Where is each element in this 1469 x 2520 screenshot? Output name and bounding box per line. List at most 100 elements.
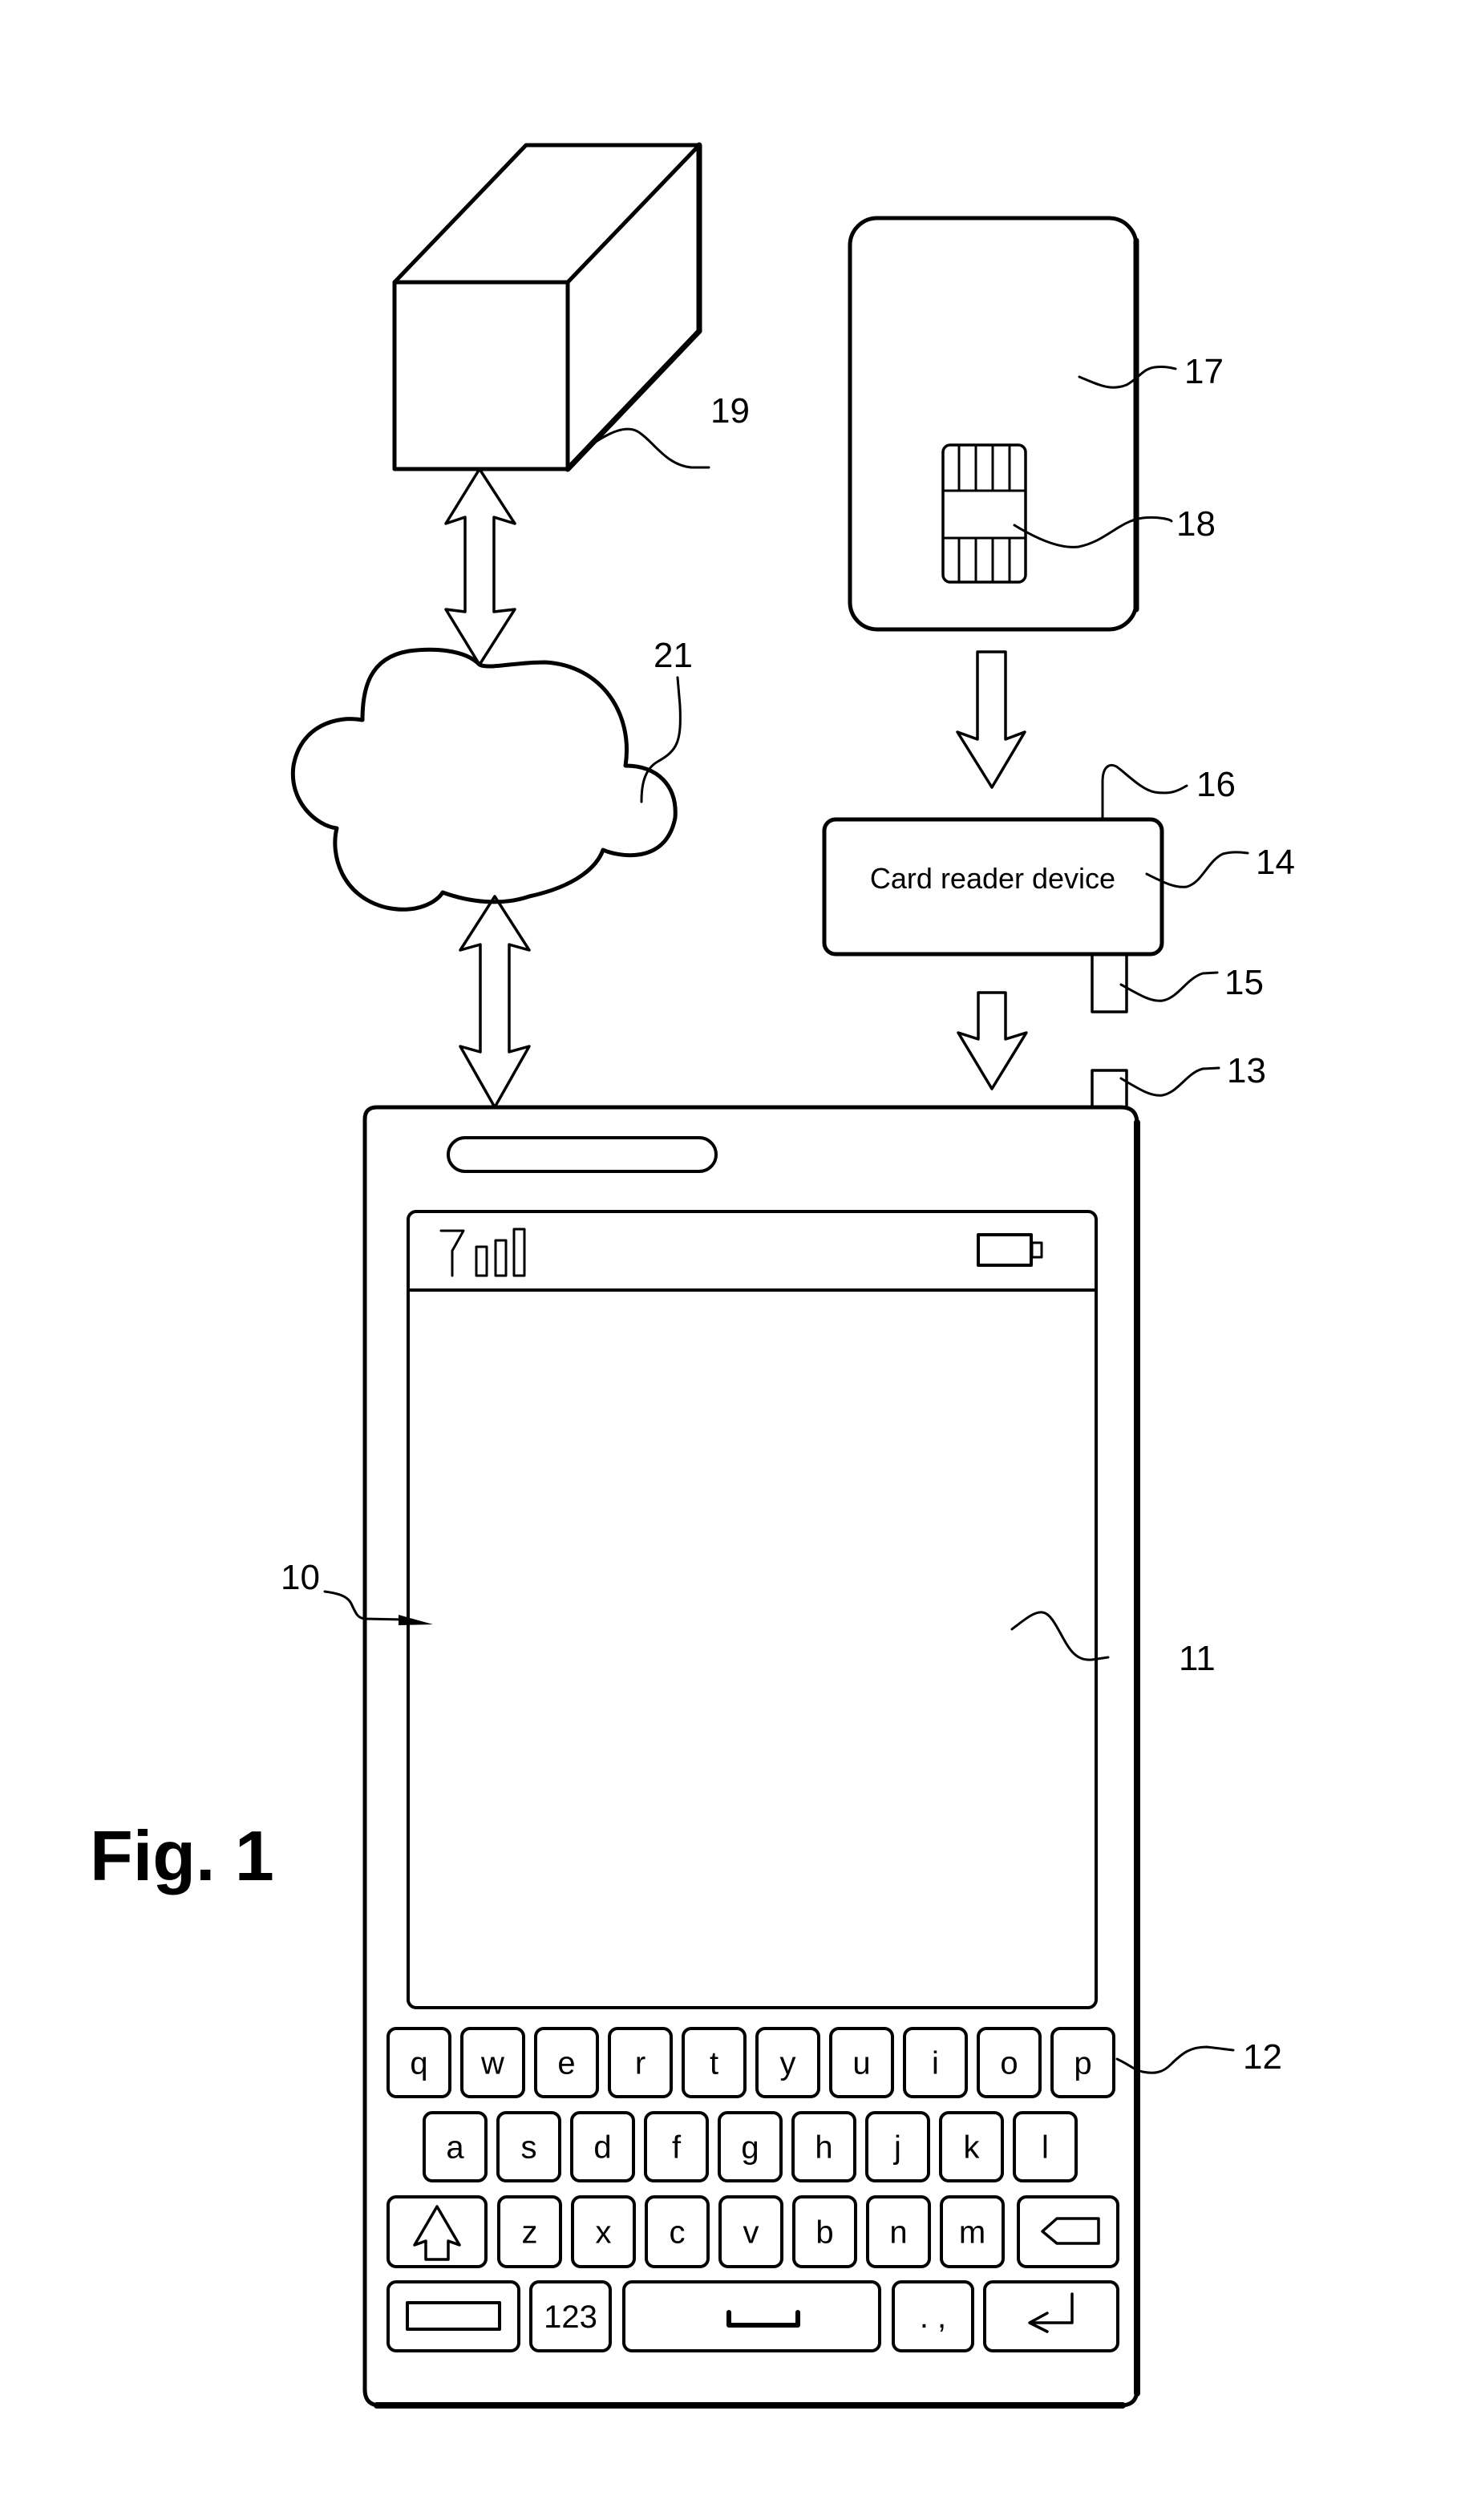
key-e[interactable]: e <box>534 2027 599 2098</box>
arrow-card-to-reader <box>956 650 1026 789</box>
key-label: o <box>1000 2046 1018 2081</box>
key-g[interactable]: g <box>718 2111 783 2182</box>
space-key[interactable] <box>622 2280 881 2352</box>
ref-label-10: 10 <box>281 1558 320 1597</box>
phone-port <box>1091 1069 1128 1109</box>
emoji-key[interactable] <box>386 2280 520 2352</box>
battery-icon <box>977 1233 1043 1267</box>
key-l[interactable]: l <box>1013 2111 1078 2182</box>
reader-connector <box>1091 953 1128 1013</box>
key-label: x <box>596 2215 612 2251</box>
key-label: c <box>670 2215 686 2251</box>
speaker-slot <box>447 1136 718 1173</box>
key-i[interactable]: i <box>903 2027 968 2098</box>
key-x[interactable]: x <box>571 2195 636 2268</box>
phone-body <box>362 1105 1139 2408</box>
key-b[interactable]: b <box>792 2195 857 2268</box>
key-outline <box>983 2280 1119 2352</box>
key-h[interactable]: h <box>791 2111 856 2182</box>
key-outline <box>622 2280 881 2352</box>
cube-top-face <box>392 143 702 285</box>
key-outline <box>1017 2195 1119 2268</box>
key-label: z <box>522 2215 538 2251</box>
key-label: b <box>815 2215 833 2251</box>
key-w[interactable]: w <box>460 2027 525 2098</box>
key-label: j <box>893 2130 901 2166</box>
on-screen-keyboard: q w e r t y u i o p a s d f g h j k l z x c v b n m 123 . , <box>386 2027 1119 2352</box>
key-label: k <box>964 2130 981 2166</box>
punctuation-key[interactable]: . , <box>892 2280 974 2352</box>
key-label: i <box>932 2046 939 2081</box>
key-v[interactable]: v <box>718 2195 783 2268</box>
key-c[interactable]: c <box>645 2195 710 2268</box>
network-cloud <box>290 647 678 912</box>
key-q[interactable]: q <box>386 2027 451 2098</box>
enter-key[interactable] <box>983 2280 1119 2352</box>
key-y[interactable]: y <box>755 2027 820 2098</box>
key-t[interactable]: t <box>682 2027 747 2098</box>
antenna-16 <box>1101 763 1188 821</box>
double-arrow-server-cloud <box>444 467 516 666</box>
backspace-key[interactable] <box>1017 2195 1119 2268</box>
signal-bar-3 <box>512 1228 526 1277</box>
key-label: v <box>743 2215 759 2251</box>
ref-label-12: 12 <box>1243 2037 1282 2077</box>
shift-arrow-icon <box>413 2205 461 2261</box>
key-r[interactable]: r <box>608 2027 673 2098</box>
key-j[interactable]: j <box>865 2111 930 2182</box>
cube-side-face <box>565 142 702 472</box>
server-cube <box>392 142 702 472</box>
ref-label-13: 13 <box>1227 1051 1266 1090</box>
key-n[interactable]: n <box>866 2195 931 2268</box>
key-label: s <box>521 2130 537 2166</box>
key-z[interactable]: z <box>497 2195 562 2268</box>
key-label: n <box>889 2215 907 2251</box>
ref-label-14: 14 <box>1256 843 1295 882</box>
shift-key[interactable] <box>386 2195 488 2268</box>
key-s[interactable]: s <box>496 2111 561 2182</box>
key-m[interactable]: m <box>940 2195 1005 2268</box>
ref-label-17: 17 <box>1184 352 1224 391</box>
key-d[interactable]: d <box>570 2111 635 2182</box>
double-arrow-cloud-phone <box>459 895 531 1109</box>
key-p[interactable]: p <box>1050 2027 1115 2098</box>
signal-bar-1 <box>475 1245 488 1277</box>
battery-body <box>977 1233 1033 1267</box>
figure-label: Fig. 1 <box>90 1816 274 1895</box>
card-reader-label: Card reader device <box>870 862 1115 895</box>
ref-label-16: 16 <box>1196 765 1236 804</box>
key-label: r <box>635 2046 645 2081</box>
leader-11 <box>1010 1611 1110 1661</box>
key-a[interactable]: a <box>423 2111 488 2182</box>
key-label: q <box>410 2046 427 2081</box>
ref-label-15: 15 <box>1224 963 1264 1002</box>
key-label: d <box>593 2130 611 2166</box>
key-label: t <box>710 2046 718 2081</box>
patent-figure: 19 21 17 18 Card reader device 16 14 15 <box>90 142 1295 2409</box>
antenna-head <box>439 1229 465 1252</box>
display-screen[interactable] <box>407 1210 1098 2009</box>
chip-outline <box>941 443 1027 584</box>
card-chip <box>941 443 1027 584</box>
key-label: u <box>852 2046 870 2081</box>
key-label: 123 <box>544 2300 597 2335</box>
arrow-reader-to-phone <box>957 991 1028 1090</box>
space-bar-icon <box>726 2310 800 2328</box>
leader-19 <box>594 427 710 469</box>
battery-tip <box>1030 1241 1043 1259</box>
backspace-icon <box>1041 2217 1100 2245</box>
mobile-phone: 10 11 q w e r t y u i o p a s d f g h j k l z x c v b n m 123 . , 1… <box>281 1105 1282 2409</box>
key-k[interactable]: k <box>939 2111 1004 2182</box>
key-f[interactable]: f <box>644 2111 709 2182</box>
signal-bar-2 <box>494 1239 508 1277</box>
leader-21 <box>640 676 682 803</box>
ref-label-21: 21 <box>654 636 693 675</box>
ref-label-18: 18 <box>1176 504 1216 544</box>
leader-17 <box>1078 365 1177 389</box>
numbers-key[interactable]: 123 <box>529 2280 612 2352</box>
key-u[interactable]: u <box>829 2027 894 2098</box>
key-o[interactable]: o <box>977 2027 1042 2098</box>
ref-label-11: 11 <box>1179 1639 1216 1678</box>
leader-13 <box>1119 1066 1220 1097</box>
key-label: l <box>1042 2130 1049 2166</box>
